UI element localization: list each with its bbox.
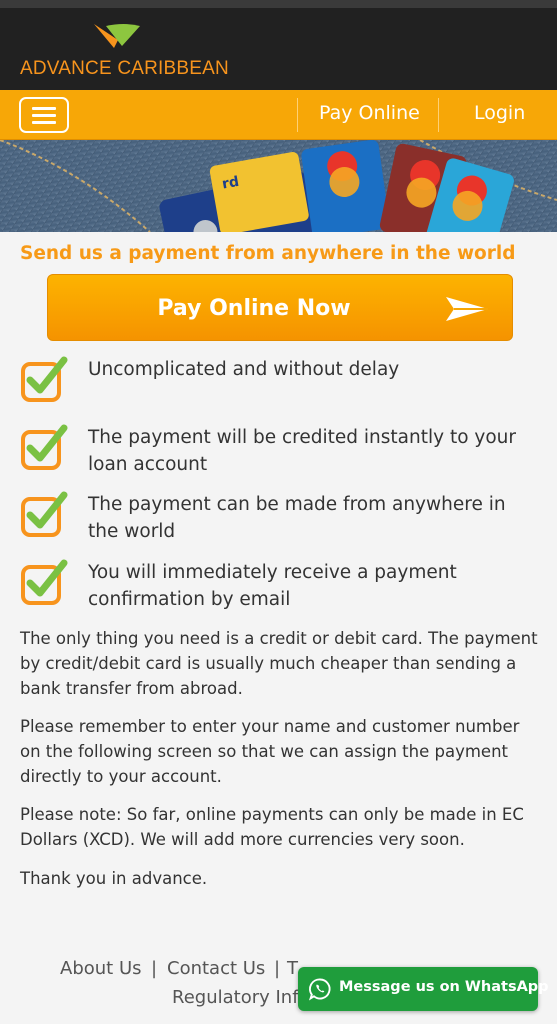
brand-name: ADVANCE CARIBBEAN	[20, 58, 229, 79]
main-nav: Pay Online Login	[0, 90, 557, 140]
nav-pay-online-link[interactable]: Pay Online	[319, 102, 420, 124]
footer-contact-link[interactable]: Contact Us	[167, 958, 265, 979]
hamburger-bar	[32, 114, 56, 117]
hamburger-bar	[32, 121, 56, 124]
hero-banner-image: rd	[0, 140, 557, 232]
benefit-text: You will immediately receive a payment c…	[88, 562, 457, 610]
card-fragment-text: rd	[221, 174, 240, 193]
whatsapp-chat-button[interactable]: Message us on WhatsApp	[298, 967, 549, 1011]
hamburger-bar	[32, 107, 56, 110]
site-header: ADVANCE CARIBBEAN	[0, 8, 557, 90]
info-paragraph: Please note: So far, online payments can…	[20, 805, 524, 849]
hamburger-menu-button[interactable]	[19, 97, 69, 133]
logo-swoosh-icon	[94, 24, 140, 48]
nav-divider	[438, 98, 439, 132]
footer-separator: |	[151, 958, 158, 979]
whatsapp-icon	[308, 978, 331, 1001]
brand-logo[interactable]: ADVANCE CARIBBEAN	[20, 20, 229, 80]
paper-plane-icon	[446, 297, 488, 321]
checkbox-checked-icon	[21, 424, 68, 470]
nav-login-link[interactable]: Login	[474, 102, 525, 124]
page-headline: Send us a payment from anywhere in the w…	[20, 243, 516, 264]
nav-divider	[297, 98, 298, 132]
footer-about-link[interactable]: About Us	[60, 958, 142, 979]
footer-regulatory-link[interactable]: Regulatory Inf	[172, 987, 299, 1008]
checkbox-checked-icon	[21, 491, 68, 537]
checkbox-checked-icon	[21, 559, 68, 605]
info-paragraph: Thank you in advance.	[20, 869, 208, 888]
pay-online-now-button[interactable]: Pay Online Now	[47, 274, 513, 341]
footer-separator: |	[274, 958, 281, 979]
whatsapp-button-label: Message us on WhatsApp	[339, 979, 549, 995]
benefit-text: The payment can be made from anywhere in…	[88, 494, 506, 542]
info-paragraph: Please remember to enter your name and c…	[20, 717, 520, 786]
pay-online-now-label: Pay Online Now	[157, 296, 351, 321]
benefit-text: Uncomplicated and without delay	[88, 359, 400, 380]
checkbox-checked-icon	[21, 356, 68, 402]
info-paragraph: The only thing you need is a credit or d…	[20, 629, 538, 698]
status-strip	[0, 0, 557, 8]
footer-terms-link[interactable]: T	[287, 958, 298, 979]
benefit-text: The payment will be credited instantly t…	[88, 427, 517, 475]
